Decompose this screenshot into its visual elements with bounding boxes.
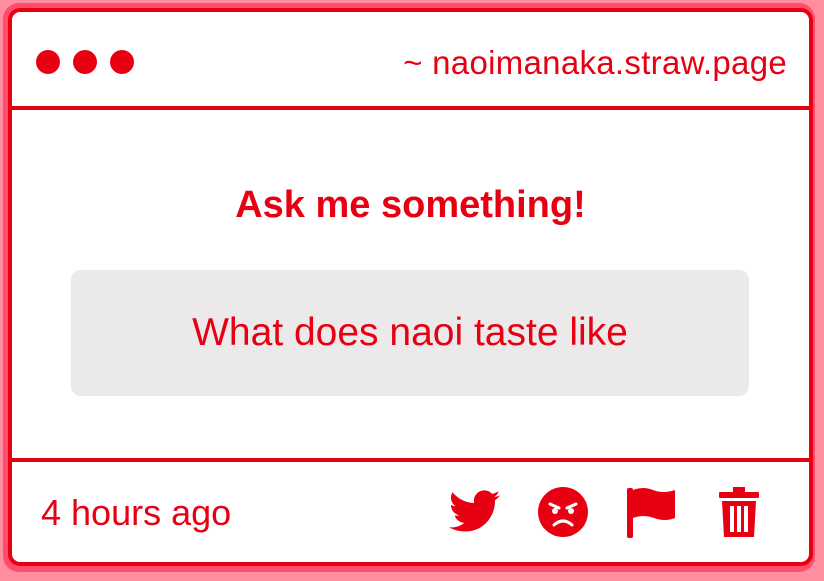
trash-icon[interactable] bbox=[713, 486, 765, 538]
title-bar: ~ naoimanaka.straw.page bbox=[12, 12, 809, 110]
main-content: Ask me something! What does naoi taste l… bbox=[12, 110, 809, 460]
angry-face-icon[interactable] bbox=[537, 486, 589, 538]
window-dot[interactable] bbox=[110, 50, 134, 74]
window-dot[interactable] bbox=[73, 50, 97, 74]
browser-window: ~ naoimanaka.straw.page Ask me something… bbox=[8, 8, 813, 566]
question-box: What does naoi taste like bbox=[71, 270, 749, 396]
action-buttons bbox=[449, 486, 765, 538]
twitter-icon[interactable] bbox=[449, 486, 501, 538]
window-dot[interactable] bbox=[36, 50, 60, 74]
footer-bar: 4 hours ago bbox=[12, 458, 809, 562]
window-controls bbox=[36, 50, 134, 74]
flag-icon[interactable] bbox=[625, 486, 677, 538]
page-url: ~ naoimanaka.straw.page bbox=[403, 44, 787, 81]
timestamp: 4 hours ago bbox=[41, 492, 232, 533]
page-heading: Ask me something! bbox=[235, 184, 586, 226]
